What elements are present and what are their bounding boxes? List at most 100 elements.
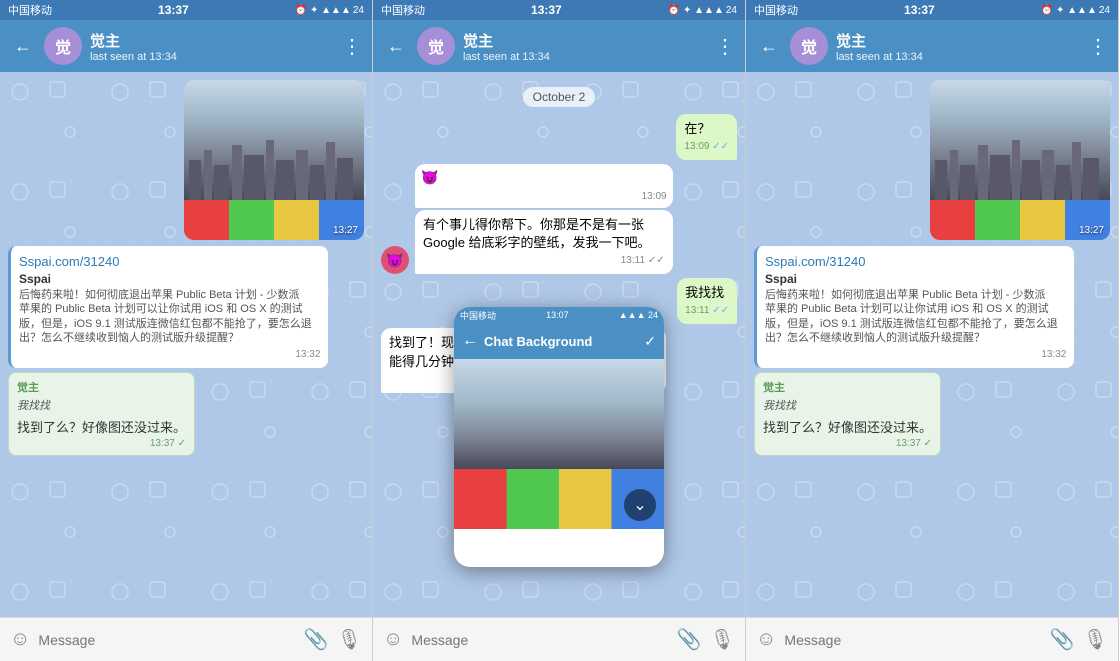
panel-3: 中国移动 13:37 ⏰ ✦ ▲▲▲ 24 ← 觉 觉主 last seen a… xyxy=(746,0,1119,661)
status-bar-3: 中国移动 13:37 ⏰ ✦ ▲▲▲ 24 xyxy=(746,0,1118,20)
more-button-2[interactable]: ⋮ xyxy=(715,34,735,59)
quote-text-1: 找到了么？好像图还没过来。 xyxy=(17,417,186,436)
header-info-1: 觉主 last seen at 13:34 xyxy=(90,30,334,63)
quote-row-3: 觉主 我找找 找到了么？好像图还没过来。 13:37 ✓ xyxy=(754,372,1110,456)
emoji-icon-3[interactable]: ☺ xyxy=(756,628,776,651)
chat-body-1: 13:27 Sspai.com/31240 Sspai 后悔药来啦！如何彻底退出… xyxy=(0,72,372,617)
mic-icon-2[interactable]: 🎙 xyxy=(710,627,735,652)
contact-status-3: last seen at 13:34 xyxy=(836,51,1080,63)
message-input-3[interactable] xyxy=(784,632,1041,648)
input-bar-2: ☺ 📎 🎙 xyxy=(373,617,745,661)
chat-header-2: ← 觉 觉主 last seen at 13:34 ⋮ xyxy=(373,20,745,72)
link-time-1: 13:32 xyxy=(19,349,320,360)
msg-time-1: 13:09 ✓✓ xyxy=(684,140,729,154)
attach-icon-3[interactable]: 📎 xyxy=(1050,627,1075,652)
bubble-emoji: 😈 13:09 xyxy=(415,164,673,208)
quote-from-1: 觉主 xyxy=(17,379,186,395)
signal-2: ⏰ ✦ ▲▲▲ 24 xyxy=(668,5,737,16)
time-2: 13:37 xyxy=(531,3,562,17)
more-button-1[interactable]: ⋮ xyxy=(342,34,362,59)
signal-1: ⏰ ✦ ▲▲▲ 24 xyxy=(295,5,364,16)
contact-status-2: last seen at 13:34 xyxy=(463,51,707,63)
overlay-title: Chat Background xyxy=(484,334,638,349)
chat-body-2: October 2 在？ 13:09 ✓✓ 😈 😈 13:09 有个事儿得你帮下… xyxy=(373,72,745,617)
mic-icon-1[interactable]: 🎙 xyxy=(337,627,362,652)
chat-image-3: 13:27 xyxy=(930,80,1110,240)
overlay-header: ← Chat Background ✓ xyxy=(454,323,664,359)
bubble-in-1: 有个事儿得你帮下。你那是不是有一张 Google 给底彩字的壁纸，发我一下吧。 … xyxy=(415,210,673,274)
emoji-icon-2[interactable]: ☺ xyxy=(383,628,403,651)
contact-name-3: 觉主 xyxy=(836,30,1080,51)
header-info-3: 觉主 last seen at 13:34 xyxy=(836,30,1080,63)
bubble-out-2: 我找找 13:11 ✓✓ xyxy=(677,278,737,324)
back-button-1[interactable]: ← xyxy=(10,34,36,59)
overlay-back[interactable]: ← xyxy=(462,332,478,350)
link-site-1: Sspai xyxy=(19,272,320,286)
overlay-check[interactable]: ✓ xyxy=(644,333,656,350)
bubble-out-1: 在？ 13:09 ✓✓ xyxy=(676,114,737,160)
city-skyline-1 xyxy=(184,80,364,200)
image-time-3: 13:27 xyxy=(1079,225,1104,236)
back-button-2[interactable]: ← xyxy=(383,34,409,59)
chat-header-1: ← 觉 觉主 last seen at 13:34 ⋮ xyxy=(0,20,372,72)
quote-time-1: 13:37 ✓ xyxy=(17,438,186,449)
link-url-3[interactable]: Sspai.com/31240 xyxy=(765,254,1066,269)
attach-icon-1[interactable]: 📎 xyxy=(304,627,329,652)
header-info-2: 觉主 last seen at 13:34 xyxy=(463,30,707,63)
avatar-1: 觉 xyxy=(44,27,82,65)
input-bar-3: ☺ 📎 🎙 xyxy=(746,617,1118,661)
link-card-3[interactable]: Sspai.com/31240 Sspai 后悔药来啦！如何彻底退出苹果 Pub… xyxy=(754,246,1074,368)
chat-header-3: ← 觉 觉主 last seen at 13:34 ⋮ xyxy=(746,20,1118,72)
signal-3: ⏰ ✦ ▲▲▲ 24 xyxy=(1041,5,1110,16)
overlay-scroll-btn[interactable]: ⌄ xyxy=(624,489,656,521)
link-card-1[interactable]: Sspai.com/31240 Sspai 后悔药来啦！如何彻底退出苹果 Pub… xyxy=(8,246,328,368)
overlay-status-bar: 中国移动 13:07 ▲▲▲ 24 xyxy=(454,307,664,323)
msg-row-out-1: 在？ 13:09 ✓✓ xyxy=(381,114,737,160)
more-button-3[interactable]: ⋮ xyxy=(1088,34,1108,59)
carrier-3: 中国移动 xyxy=(754,2,798,18)
small-avatar-2: 😈 xyxy=(381,246,409,274)
avatar-3: 觉 xyxy=(790,27,828,65)
link-url-1[interactable]: Sspai.com/31240 xyxy=(19,254,320,269)
overlay-chat-area: ⌄ xyxy=(454,359,664,529)
contact-status-1: last seen at 13:34 xyxy=(90,51,334,63)
link-title-1: 后悔药来啦！如何彻底退出苹果 Public Beta 计划 - 少数派 xyxy=(19,288,320,302)
time-1: 13:37 xyxy=(158,3,189,17)
message-input-2[interactable] xyxy=(411,632,668,648)
quote-bubble-3: 觉主 我找找 找到了么？好像图还没过来。 13:37 ✓ xyxy=(754,372,941,456)
link-time-3: 13:32 xyxy=(765,349,1066,360)
quote-ref-3: 我找找 xyxy=(763,397,932,413)
panel-1: 中国移动 13:37 ⏰ ✦ ▲▲▲ 24 ← 觉 觉主 last seen a… xyxy=(0,0,373,661)
quote-text-3: 找到了么？好像图还没过来。 xyxy=(763,417,932,436)
status-bar-1: 中国移动 13:37 ⏰ ✦ ▲▲▲ 24 xyxy=(0,0,372,20)
image-container-3: 13:27 xyxy=(754,80,1110,240)
link-desc-1: 苹果的 Public Beta 计划可以让你试用 iOS 和 OS X 的测试版… xyxy=(19,302,320,345)
quote-bubble-1: 觉主 我找找 找到了么？好像图还没过来。 13:37 ✓ xyxy=(8,372,195,456)
back-button-3[interactable]: ← xyxy=(756,34,782,59)
quote-from-3: 觉主 xyxy=(763,379,932,395)
quote-row-1: 觉主 我找找 找到了么？好像图还没过来。 13:37 ✓ xyxy=(8,372,364,456)
input-bar-1: ☺ 📎 🎙 xyxy=(0,617,372,661)
link-site-3: Sspai xyxy=(765,272,1066,286)
status-bar-2: 中国移动 13:37 ⏰ ✦ ▲▲▲ 24 xyxy=(373,0,745,20)
chat-image-1: 13:27 xyxy=(184,80,364,240)
time-3: 13:37 xyxy=(904,3,935,17)
date-label-2: October 2 xyxy=(381,88,737,106)
message-input-1[interactable] xyxy=(38,632,295,648)
quote-time-3: 13:37 ✓ xyxy=(763,438,932,449)
overlay-city xyxy=(454,359,664,469)
contact-name-2: 觉主 xyxy=(463,30,707,51)
msg-time-3: 13:11 ✓✓ xyxy=(685,304,729,318)
chat-body-3: 13:27 Sspai.com/31240 Sspai 后悔药来啦！如何彻底退出… xyxy=(746,72,1118,617)
carrier-2: 中国移动 xyxy=(381,2,425,18)
panel-2: 中国移动 13:37 ⏰ ✦ ▲▲▲ 24 ← 觉 觉主 last seen a… xyxy=(373,0,746,661)
city-skyline-3 xyxy=(930,80,1110,200)
chat-background-overlay: 中国移动 13:07 ▲▲▲ 24 ← Chat Background ✓ ⌄ xyxy=(454,307,664,567)
avatar-2: 觉 xyxy=(417,27,455,65)
mic-icon-3[interactable]: 🎙 xyxy=(1083,627,1108,652)
attach-icon-2[interactable]: 📎 xyxy=(677,627,702,652)
carrier-1: 中国移动 xyxy=(8,2,52,18)
image-time-1: 13:27 xyxy=(333,225,358,236)
emoji-icon-1[interactable]: ☺ xyxy=(10,628,30,651)
msg-time-2: 13:11 ✓✓ xyxy=(423,254,665,268)
